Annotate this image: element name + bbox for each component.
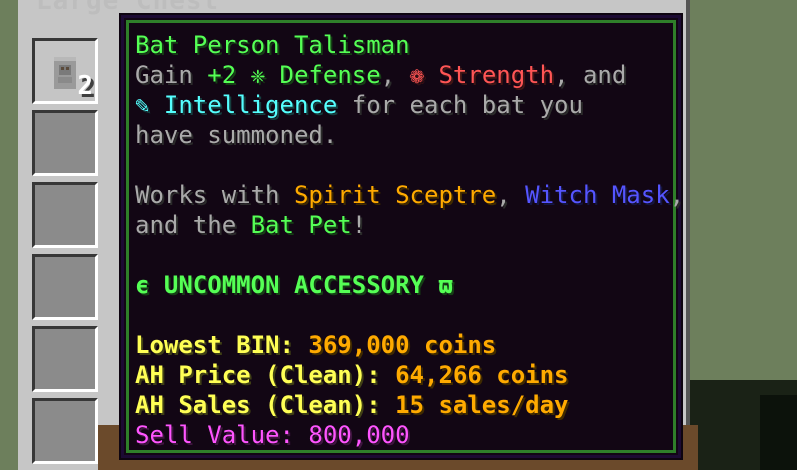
inventory-slot[interactable] <box>32 326 98 392</box>
ah-sales-value: 15 sales/day <box>395 391 569 419</box>
world-block <box>760 395 797 470</box>
intelligence-icon: ✎ <box>135 91 150 119</box>
tooltip-frame: Bat Person Talisman Gain +2 ❈ Defense, ❁… <box>126 20 684 453</box>
ah-price-label: AH Price (Clean): <box>135 361 381 389</box>
inventory-slot[interactable] <box>32 182 98 248</box>
ah-sales-line: AH Sales (Clean): 15 sales/day <box>135 390 673 420</box>
description-line-1: Gain +2 ❈ Defense, ❁ Strength, and <box>135 60 673 90</box>
works-with-line-2: and the Bat Pet! <box>135 210 673 240</box>
lowest-bin-value: 369,000 coins <box>308 331 497 359</box>
inventory-slot[interactable] <box>32 398 98 464</box>
defense-icon: ❈ <box>250 61 266 89</box>
works-comma-2: , <box>669 181 685 209</box>
desc-gain: Gain <box>135 61 193 89</box>
description-line-3: have summoned. <box>135 121 338 149</box>
item-count: 2 <box>77 71 93 101</box>
item-tooltip: Bat Person Talisman Gain +2 ❈ Defense, ❁… <box>121 15 684 458</box>
witch-mask: Witch Mask <box>525 181 670 209</box>
rarity-line: ϵ UNCOMMON ACCESSORY ϖ <box>135 271 453 299</box>
container-title: Large Chest <box>36 0 220 16</box>
works-prefix-2: and the <box>135 211 237 239</box>
strength-icon: ❁ <box>409 61 425 89</box>
ah-price-line: AH Price (Clean): 64,266 coins <box>135 360 673 390</box>
defense-stat: Defense <box>279 61 381 89</box>
desc-amount: +2 <box>207 61 237 89</box>
sell-value-value: 800,000 <box>308 421 410 449</box>
comma: , <box>380 61 396 89</box>
lowest-bin-line: Lowest BIN: 369,000 coins <box>135 330 673 360</box>
sell-value-line: Sell Value: 800,000 <box>135 420 673 450</box>
works-comma: , <box>496 181 511 209</box>
works-with-line-1: Works with Spirit Sceptre, Witch Mask, <box>135 180 684 210</box>
inventory-slot[interactable] <box>32 110 98 176</box>
intelligence-stat: Intelligence <box>163 91 338 119</box>
desc-rest: for each bat you <box>351 91 583 119</box>
ah-price-value: 64,266 coins <box>395 361 569 389</box>
bat-pet: Bat Pet <box>250 211 352 239</box>
sell-value-label: Sell Value: <box>135 421 294 449</box>
strength-stat: Strength <box>438 61 555 89</box>
inventory-slot-selected[interactable]: 2 <box>32 38 98 104</box>
spirit-sceptre: Spirit Sceptre <box>293 181 497 209</box>
works-prefix: Works with <box>135 181 280 209</box>
lowest-bin-label: Lowest BIN: <box>135 331 294 359</box>
desc-and: , and <box>554 61 627 89</box>
inventory-slot[interactable] <box>32 254 98 320</box>
ah-sales-label: AH Sales (Clean): <box>135 391 381 419</box>
item-name: Bat Person Talisman <box>135 31 410 59</box>
works-suffix: ! <box>351 211 367 239</box>
description-line-2: ✎ Intelligence for each bat you <box>135 90 673 120</box>
